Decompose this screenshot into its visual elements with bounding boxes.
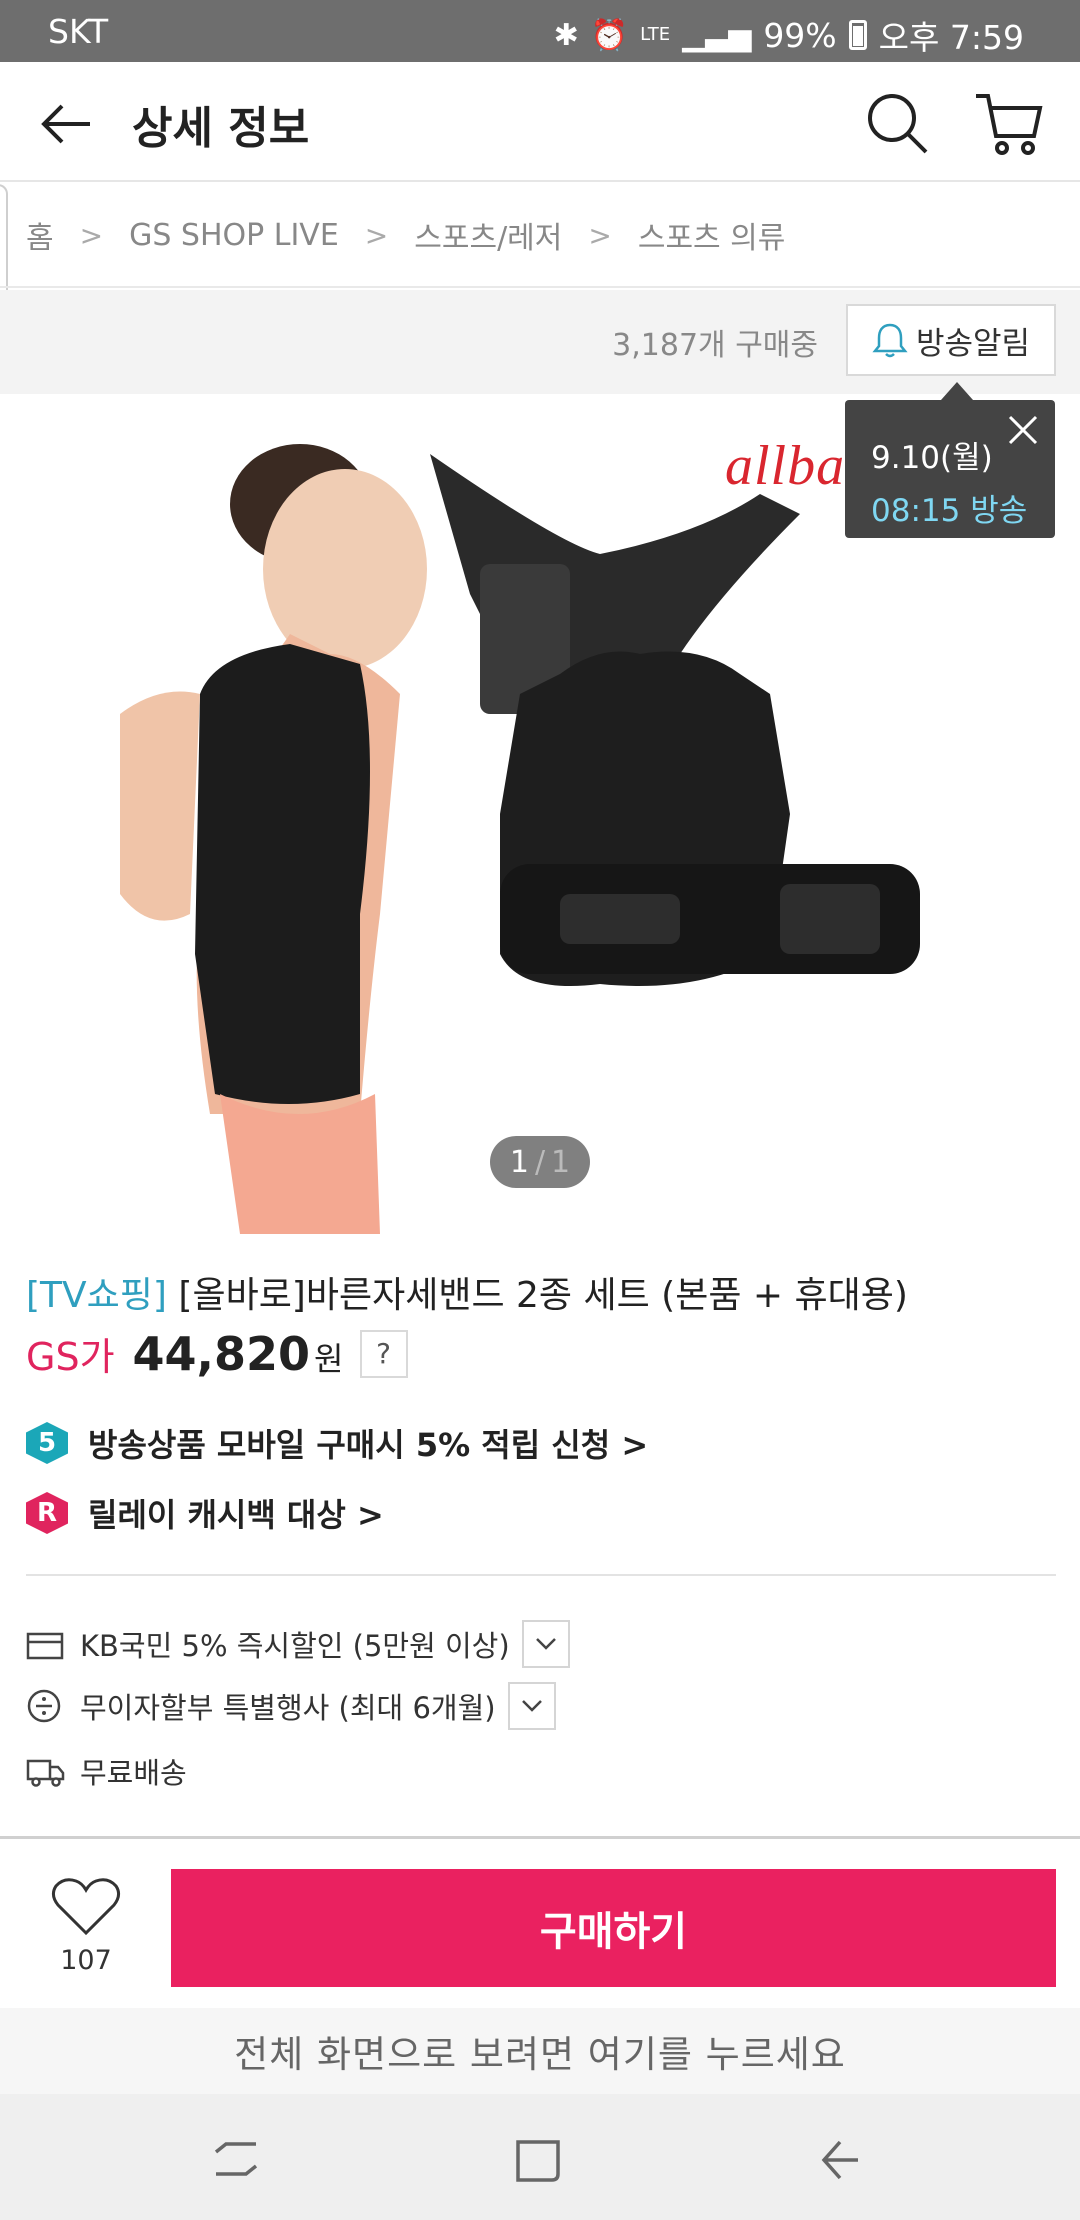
- search-icon[interactable]: [862, 88, 932, 158]
- tooltip-time: 08:15 방송: [871, 493, 1028, 529]
- broadcast-alarm-button[interactable]: 방송알림: [846, 304, 1056, 376]
- benefit-installment: 무이자할부 특별행사 (최대 6개월): [26, 1682, 556, 1730]
- page-title: 상세 정보: [132, 103, 310, 154]
- card-icon: [26, 1632, 64, 1660]
- price-help-button[interactable]: ?: [359, 1329, 408, 1378]
- bell-icon: [872, 323, 908, 358]
- like-count: 107: [60, 1945, 112, 1976]
- status-icons: ✱ ⏰ LTE ▁▃▅ 99% 오후 7:59: [554, 11, 1024, 59]
- reward-badge-icon: 5: [26, 1422, 68, 1464]
- promo-reward-label: 방송상품 모바일 구매시 5% 적립 신청 >: [88, 1426, 649, 1464]
- image-pager: 1 / 1: [490, 1136, 590, 1188]
- battery-icon: [848, 20, 867, 50]
- lte-icon: LTE: [640, 24, 671, 45]
- broadcast-alarm-label: 방송알림: [915, 325, 1031, 362]
- buy-button[interactable]: 구매하기: [171, 1869, 1056, 1987]
- battery-percent: 99%: [763, 15, 837, 55]
- pager-separator: /: [534, 1144, 546, 1180]
- chevron-right-icon: >: [588, 218, 612, 252]
- benefit-shipping-text: 무료배송: [80, 1756, 187, 1790]
- nav-back-icon[interactable]: [810, 2130, 870, 2190]
- price-label: GS가: [26, 1335, 115, 1379]
- heart-icon: [51, 1878, 121, 1936]
- buyer-count: 3,187개 구매중: [612, 328, 818, 363]
- like-button[interactable]: 107: [50, 1875, 122, 1976]
- purchase-bar: 107 구매하기: [0, 1836, 1080, 2008]
- chevron-down-icon[interactable]: [507, 1682, 556, 1730]
- breadcrumb-item-sports-leisure[interactable]: 스포츠/레저: [414, 213, 562, 257]
- status-bar: SKT ✱ ⏰ LTE ▁▃▅ 99% 오후 7:59: [0, 0, 1080, 62]
- truck-icon: [26, 1759, 65, 1787]
- price-row: GS가 44,820 원 ?: [26, 1326, 408, 1381]
- clock: 오후 7:59: [878, 18, 1024, 57]
- price-amount: 44,820: [132, 1327, 311, 1381]
- promo-cashback-label: 릴레이 캐시백 대상 >: [88, 1496, 384, 1534]
- cart-icon[interactable]: [972, 86, 1046, 160]
- relay-badge-icon: R: [26, 1492, 68, 1534]
- divider: [26, 1574, 1056, 1576]
- benefit-card-discount: KB국민 5% 즉시할인 (5만원 이상): [26, 1620, 570, 1668]
- benefit-card-text: KB국민 5% 즉시할인 (5만원 이상): [80, 1629, 510, 1663]
- breadcrumb: 홈 > GS SHOP LIVE > 스포츠/레저 > 스포츠 의류: [0, 184, 1080, 288]
- recent-apps-icon[interactable]: [206, 2130, 266, 2190]
- app-header: 상세 정보: [0, 62, 1080, 182]
- product-name: [올바로]바른자세밴드 2종 세트 (본품 + 휴대용): [178, 1275, 908, 1316]
- product-tag: [TV쇼핑]: [26, 1275, 167, 1316]
- breadcrumb-item-home[interactable]: 홈: [26, 213, 54, 257]
- home-icon[interactable]: [508, 2130, 568, 2190]
- fullscreen-hint-bar[interactable]: 전체 화면으로 보려면 여기를 누르세요: [0, 2008, 1080, 2094]
- chevron-right-icon: >: [79, 218, 104, 252]
- broadcast-tooltip: 9.10(월) 08:15 방송: [845, 382, 1055, 538]
- breadcrumb-item-sports-clothing[interactable]: 스포츠 의류: [638, 213, 786, 257]
- breadcrumb-item-gs-shop-live[interactable]: GS SHOP LIVE: [129, 218, 339, 253]
- benefit-free-shipping: 무료배송: [26, 1750, 187, 1792]
- bluetooth-icon: ✱: [553, 17, 579, 53]
- installment-icon: [27, 1689, 61, 1723]
- promo-reward[interactable]: 5 방송상품 모바일 구매시 5% 적립 신청 >: [26, 1420, 648, 1466]
- alarm-icon: ⏰: [590, 17, 629, 53]
- product-title: [TV쇼핑] [올바로]바른자세밴드 2종 세트 (본품 + 휴대용): [26, 1266, 908, 1318]
- pager-total: 1: [551, 1144, 571, 1180]
- price-currency: 원: [314, 1340, 344, 1378]
- signal-icon: ▁▃▅: [682, 17, 752, 53]
- arrow-left-icon[interactable]: [36, 94, 96, 154]
- benefit-installment-text: 무이자할부 특별행사 (최대 6개월): [80, 1691, 496, 1725]
- chevron-right-icon: >: [364, 218, 389, 252]
- chevron-down-icon[interactable]: [521, 1620, 570, 1668]
- close-icon[interactable]: [1005, 412, 1041, 448]
- pager-current: 1: [509, 1144, 529, 1180]
- carrier-label: SKT: [48, 12, 109, 51]
- system-nav-bar: [0, 2094, 1080, 2220]
- promo-cashback[interactable]: R 릴레이 캐시백 대상 >: [26, 1490, 384, 1536]
